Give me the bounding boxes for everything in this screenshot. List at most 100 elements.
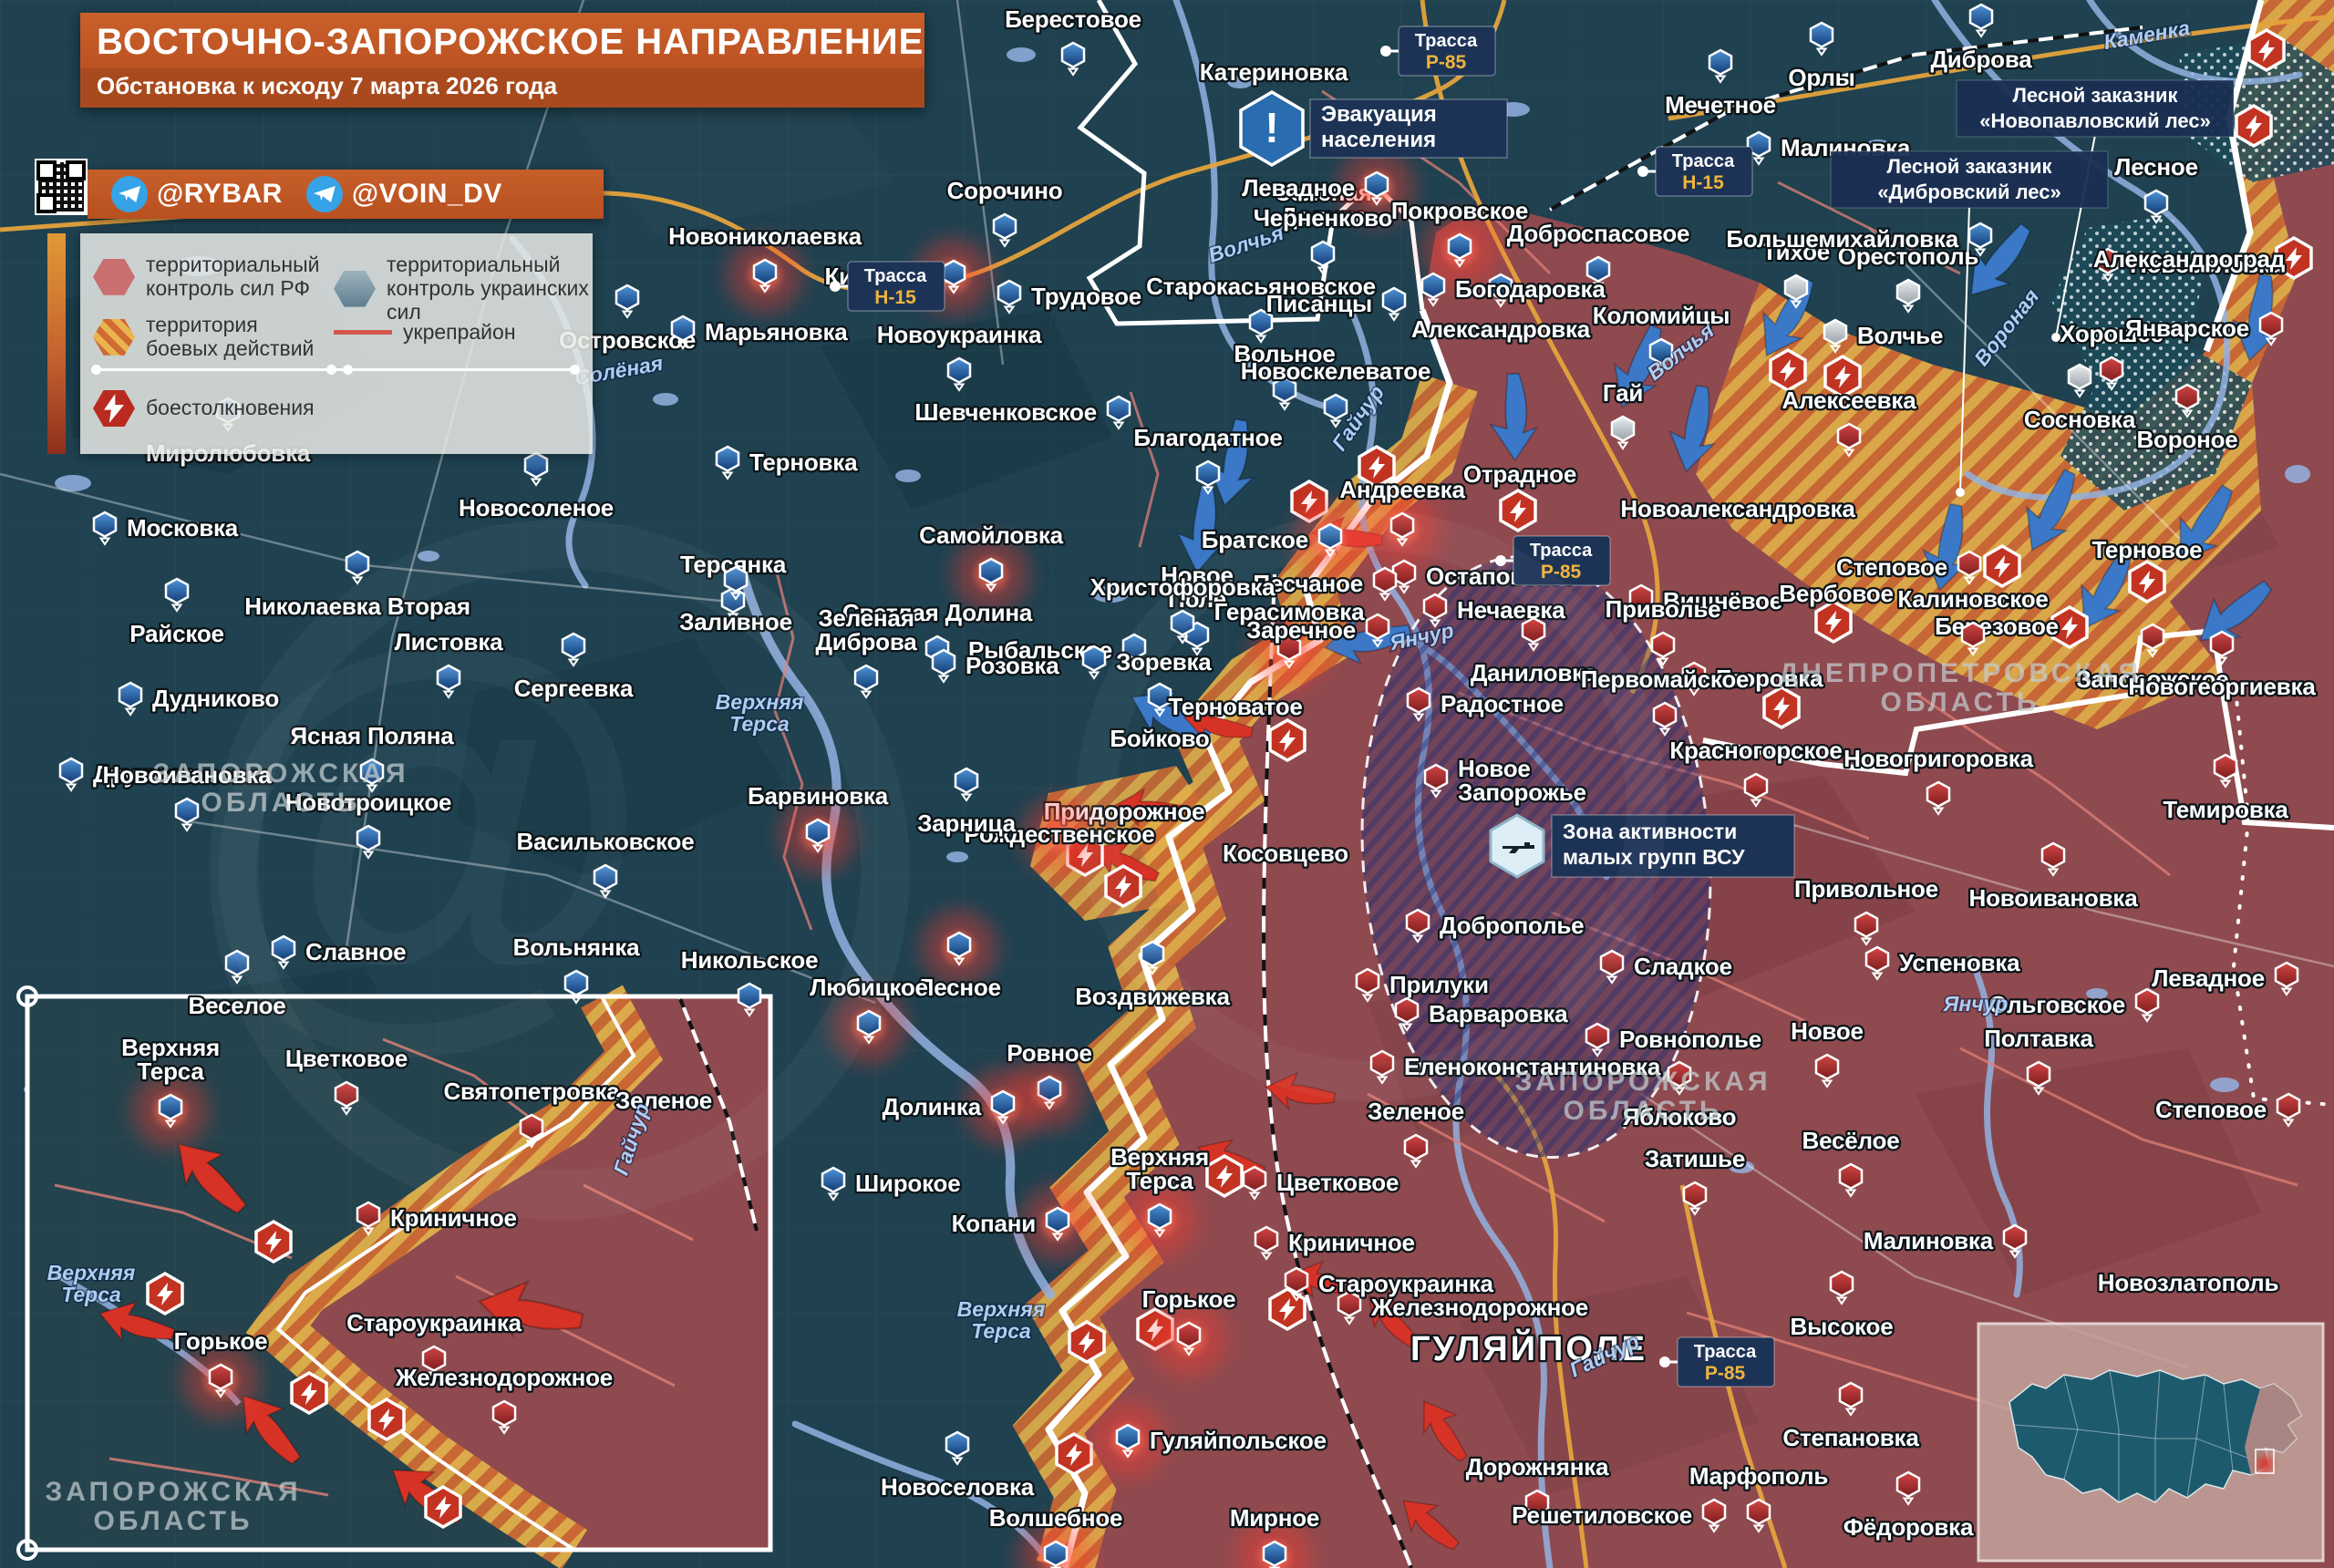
town-label: Малиновка: [1864, 1227, 1994, 1254]
town-label: Терновка: [749, 449, 858, 476]
town-pin-u: [1108, 397, 1130, 421]
town-label: Новоскелеватое: [1241, 357, 1430, 385]
town-label: Цветковое: [1276, 1169, 1399, 1196]
legend-item-fortified: укрепрайон: [334, 321, 516, 345]
town-pin-r: [1866, 947, 1888, 972]
legend-accent-bar: [47, 233, 66, 454]
town-pin-g: [1785, 275, 1807, 300]
town-label: Калиновское: [1897, 585, 2048, 613]
clash-icon: [1057, 1434, 1091, 1474]
town-label: Лесное: [917, 974, 1001, 1001]
town: Катериновка: [1200, 58, 1348, 86]
town-label: Горькое: [1142, 1285, 1236, 1313]
town-pin-u: [980, 559, 1002, 583]
town-label: Самойловка: [919, 521, 1064, 549]
town-pin-r: [1684, 1182, 1706, 1207]
town: Мирное: [1230, 1504, 1319, 1568]
clash-icon: [426, 1487, 460, 1527]
clash-icon: [1816, 602, 1851, 642]
town-pin-u: [1264, 1542, 1286, 1566]
telegram-handle-voin-dv[interactable]: @VOIN_DV: [306, 176, 502, 212]
town-pin-u: [166, 579, 188, 603]
town-pin-r: [1840, 1383, 1862, 1408]
clash-icon: [1771, 350, 1805, 390]
town-pin-u: [60, 758, 82, 783]
clash-icon: [1501, 490, 1535, 531]
legend-item-ru-control: территориальный контроль сил РФ: [93, 253, 319, 301]
town-label: Терновое: [2092, 536, 2203, 563]
handle-text-voin-dv: @VOIN_DV: [352, 179, 502, 210]
svg-text:Н-15: Н-15: [1682, 172, 1724, 193]
town-pin-u: [119, 683, 141, 707]
town-pin-u: [855, 665, 877, 690]
town-pin-u: [1811, 23, 1833, 47]
town-pin-r: [1838, 424, 1860, 449]
town-label: Староукраинка: [346, 1309, 522, 1336]
town-label: Дорожнянка: [1466, 1453, 1609, 1480]
town-label: Богодаровка: [1455, 275, 1606, 303]
fortified-line-swatch: [334, 330, 392, 335]
town-label: Январское: [2125, 315, 2249, 342]
town-pin-r: [1897, 1472, 1919, 1497]
town-pin-r: [2176, 385, 2198, 409]
town-pin-u: [1325, 395, 1347, 419]
clash-icon: [2236, 106, 2271, 146]
town: Терновое: [2092, 536, 2203, 563]
town: Вербовое: [1779, 580, 1893, 607]
town-label: Темировка: [2163, 796, 2288, 823]
town-label: Ровное: [1007, 1039, 1091, 1067]
clash-icon: [2130, 562, 2164, 602]
town-pin-r: [210, 1365, 232, 1389]
town-pin-r: [1958, 552, 1980, 576]
clashes-label: боестолкновения: [146, 397, 315, 420]
town-pin-g: [1824, 320, 1846, 345]
telegram-icon: [306, 176, 343, 212]
town-label: Ровнополье: [1619, 1026, 1761, 1053]
town-label: Левадное: [1242, 174, 1355, 201]
town-pin-r: [1927, 782, 1949, 807]
svg-text:Лесной заказник: Лесной заказник: [1886, 155, 2052, 178]
ua-control-label: территориальный контроль украинских сил: [387, 253, 593, 324]
town-label: Писанцы: [1266, 290, 1372, 317]
town-label: Марьяновка: [705, 318, 848, 346]
svg-text:Трасса: Трасса: [864, 266, 927, 286]
town-label: Алексеевка: [1782, 387, 1917, 414]
town-label: Розовка: [966, 652, 1059, 679]
town-label: Отрадное: [1463, 460, 1576, 488]
svg-text:Трасса: Трасса: [1415, 31, 1478, 51]
watermark-at: @: [191, 547, 654, 1092]
clash-icon: [1985, 546, 2019, 586]
town-pin-u: [1149, 1204, 1171, 1229]
town-pin-r: [1586, 1024, 1608, 1048]
svg-text:!: !: [1265, 104, 1278, 151]
town-label: Волшебное: [989, 1504, 1123, 1532]
town-pin-g: [2069, 365, 2091, 389]
town-label: Староукраинка: [1318, 1270, 1494, 1297]
town-pin-r: [2277, 1094, 2299, 1119]
telegram-icon: [111, 176, 148, 212]
town-pin-u: [998, 281, 1020, 305]
town-pin-r: [1255, 1227, 1277, 1252]
town-pin-r: [2260, 313, 2282, 337]
map-stage: БерестовоеКатериновкаСорочиноНовониколае…: [0, 0, 2334, 1568]
svg-text:Эвакуация: Эвакуация: [1321, 102, 1437, 127]
town-pin-r: [2004, 1225, 2026, 1250]
town: Новозлатополь: [2098, 1269, 2279, 1296]
town-label: Приволье: [1606, 595, 1721, 623]
town-label: Степановка: [1782, 1424, 1919, 1451]
town-label: Левадное: [2152, 965, 2265, 992]
evacuation-callout: !Эвакуациянаселения: [1241, 92, 1507, 165]
town-label: Новосоленое: [459, 494, 614, 521]
town: Новоалександровка: [1620, 495, 1855, 522]
handle-text-rybar: @RYBAR: [157, 179, 283, 210]
town-pin-r: [1840, 1164, 1862, 1189]
clash-icon: [256, 1222, 291, 1262]
town-label: Диброва: [1930, 46, 2032, 73]
telegram-handle-rybar[interactable]: @RYBAR: [111, 176, 283, 212]
town-label: Александроград: [2093, 245, 2286, 273]
clash-icon: [2249, 30, 2284, 70]
town-label: Зеленое: [1368, 1098, 1464, 1125]
town-pin-r: [2215, 755, 2236, 779]
town: Лесное: [917, 910, 1001, 1001]
town-label: Сорочино: [947, 177, 1063, 204]
